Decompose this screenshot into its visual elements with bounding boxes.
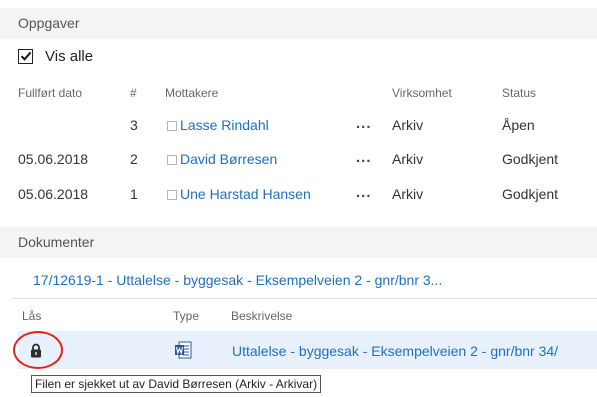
col-number[interactable]: # — [130, 86, 137, 100]
recipient-cell: Une Harstad Hansen — [167, 186, 311, 202]
status-cell: Åpen — [502, 117, 535, 133]
recipient-link[interactable]: David Børresen — [180, 151, 277, 167]
col-unit[interactable]: Virksomhet — [392, 86, 452, 100]
show-all-toggle[interactable]: Vis alle — [18, 46, 93, 66]
number-cell: 3 — [130, 117, 138, 133]
col-lock[interactable]: Lås — [22, 309, 41, 323]
row-select-checkbox[interactable] — [167, 155, 177, 165]
checkout-tooltip: Filen er sjekket ut av David Børresen (A… — [31, 375, 322, 393]
documents-header-title: Dokumenter — [18, 234, 95, 250]
col-completed-date[interactable]: Fullført dato — [18, 86, 82, 100]
unit-cell: Arkiv — [392, 151, 424, 167]
col-type[interactable]: Type — [173, 309, 199, 323]
divider — [12, 298, 597, 299]
document-description-link[interactable]: Uttalelse - byggesak - Eksempelveien 2 -… — [232, 343, 558, 359]
col-recipients[interactable]: Mottakere — [165, 86, 218, 100]
recipient-link[interactable]: Lasse Rindahl — [180, 117, 269, 133]
record-link[interactable]: 17/12619-1 - Uttalelse - byggesak - Ekse… — [33, 272, 442, 288]
show-all-checkbox[interactable] — [18, 48, 33, 64]
checkmark-icon — [20, 51, 31, 61]
documents-section-header: Dokumenter — [0, 227, 597, 258]
number-cell: 1 — [130, 186, 138, 202]
unit-cell: Arkiv — [392, 117, 424, 133]
word-document-icon[interactable] — [174, 341, 192, 364]
completed-date-cell: 05.06.2018 — [18, 151, 89, 167]
tasks-header-title: Oppgaver — [18, 15, 80, 31]
recipient-link[interactable]: Une Harstad Hansen — [180, 186, 311, 202]
more-actions-button[interactable]: ... — [356, 115, 372, 132]
more-actions-button[interactable]: ... — [356, 184, 372, 201]
more-actions-button[interactable]: ... — [356, 149, 372, 166]
unit-cell: Arkiv — [392, 186, 424, 202]
row-select-checkbox[interactable] — [167, 121, 177, 131]
highlight-circle — [13, 331, 63, 369]
recipient-cell: David Børresen — [167, 151, 277, 167]
tasks-section-header: Oppgaver — [0, 8, 597, 39]
col-description[interactable]: Beskrivelse — [231, 309, 292, 323]
status-cell: Godkjent — [502, 186, 559, 202]
status-cell: Godkjent — [502, 151, 559, 167]
row-select-checkbox[interactable] — [167, 190, 177, 200]
recipient-cell: Lasse Rindahl — [167, 117, 269, 133]
show-all-label: Vis alle — [45, 47, 94, 65]
col-status[interactable]: Status — [502, 86, 536, 100]
completed-date-cell: 05.06.2018 — [18, 186, 89, 202]
number-cell: 2 — [130, 151, 138, 167]
